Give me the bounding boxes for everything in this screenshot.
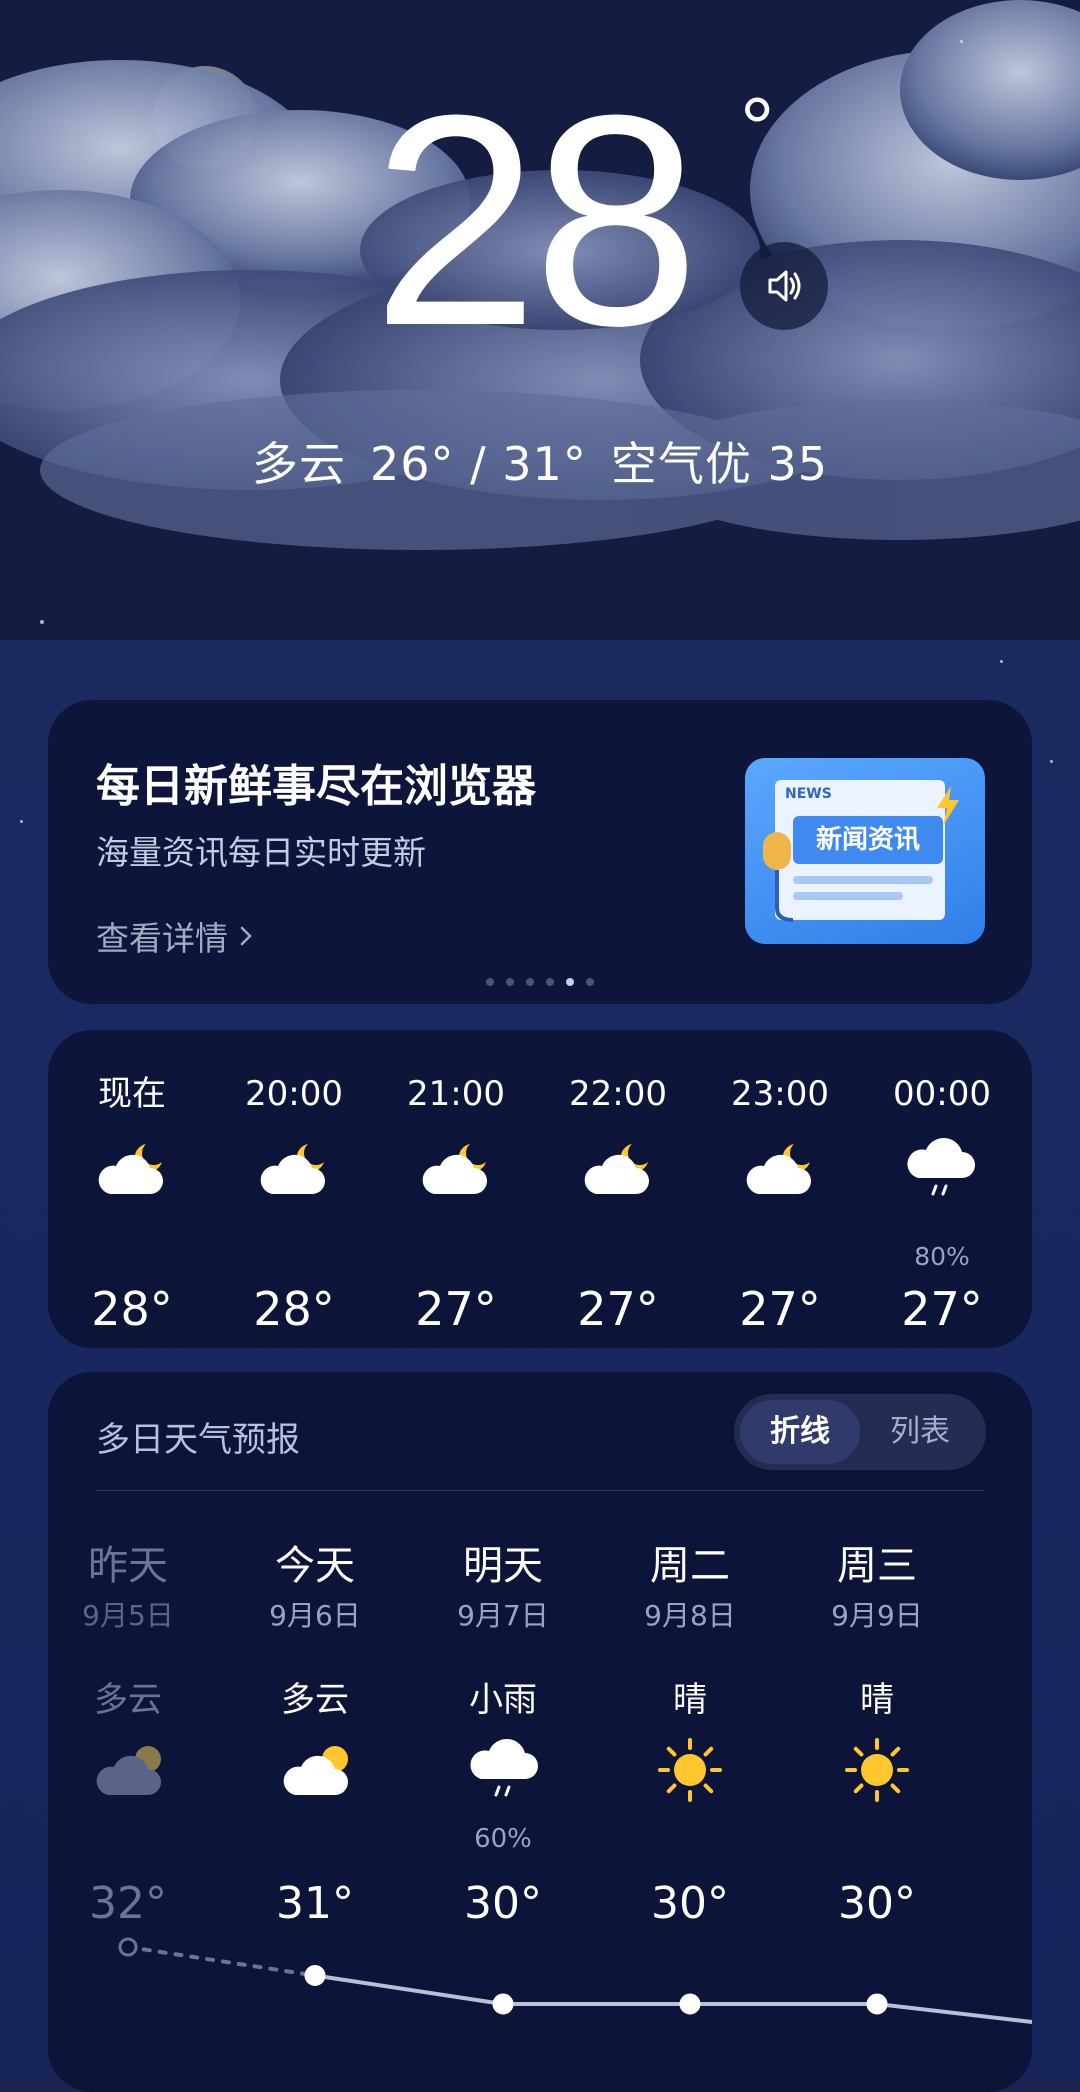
banner-title: 每日新鲜事尽在浏览器 xyxy=(96,761,536,812)
hourly-time: 20:00 xyxy=(245,1074,343,1114)
cloudy-night-icon xyxy=(578,1136,658,1206)
weather-summary: 多云 26° / 31° 空气优 35 xyxy=(0,428,1080,494)
chevron-right-icon xyxy=(240,926,252,946)
promo-banner[interactable]: 每日新鲜事尽在浏览器 海量资讯每日实时更新 查看详情 NEWS 新闻资讯 xyxy=(48,700,1032,1004)
hourly-temperature: 27° xyxy=(415,1282,497,1336)
trend-segment xyxy=(876,2002,1032,2024)
hourly-time: 现在 xyxy=(98,1074,166,1114)
pagination-dot xyxy=(526,978,534,986)
news-illustration: NEWS 新闻资讯 xyxy=(745,758,985,944)
hourly-item: 23:00 27° xyxy=(710,1074,850,1336)
hourly-temperature: 27° xyxy=(577,1282,659,1336)
hourly-temperature: 28° xyxy=(253,1282,335,1336)
cloudy-night-icon xyxy=(254,1136,334,1206)
speaker-button[interactable] xyxy=(740,242,828,330)
hourly-time: 23:00 xyxy=(731,1074,829,1114)
hourly-item: 00:00 80% 27° xyxy=(872,1074,1012,1336)
hourly-item: 21:00 27° xyxy=(386,1074,526,1336)
trend-point xyxy=(118,1937,138,1957)
cloudy-night-icon xyxy=(740,1136,820,1206)
trend-segment xyxy=(126,1945,317,1978)
hourly-time: 21:00 xyxy=(407,1074,505,1114)
cloudy-night-icon xyxy=(92,1136,172,1206)
pagination-dot xyxy=(586,978,594,986)
hourly-time: 22:00 xyxy=(569,1074,667,1114)
pagination-dot xyxy=(546,978,554,986)
hourly-temperature: 27° xyxy=(739,1282,821,1336)
news-caption: 新闻资讯 xyxy=(793,816,943,864)
trend-point xyxy=(492,1993,514,2015)
hourly-forecast[interactable]: 现在 28° 20:00 28° 21:00 27° 22:00 27° 23:… xyxy=(48,1030,1032,1348)
trend-point xyxy=(304,1965,326,1986)
trend-point xyxy=(679,1993,701,2015)
trend-point xyxy=(866,1993,888,2015)
degree-symbol: ° xyxy=(740,81,775,177)
hourly-time: 00:00 xyxy=(893,1074,991,1114)
pagination-dot xyxy=(506,978,514,986)
news-tag: NEWS xyxy=(785,786,832,802)
pagination-dot xyxy=(486,978,494,986)
current-temperature: 28 xyxy=(372,70,752,370)
current-temperature-value: 28 xyxy=(372,52,700,388)
daily-forecast: 多日天气预报 折线 列表 昨天 9月5日 多云 32° 今天 9月6日 多云 3… xyxy=(48,1372,1032,2092)
hourly-temperature: 28° xyxy=(91,1282,173,1336)
cloudy-night-icon xyxy=(416,1136,496,1206)
hourly-temperature: 27° xyxy=(901,1282,983,1336)
microphone-icon xyxy=(763,832,794,922)
precipitation-probability: 80% xyxy=(914,1242,970,1271)
temperature-range: 26° / 31° xyxy=(370,437,587,491)
pagination-dot-active xyxy=(566,978,574,986)
trend-segment xyxy=(313,1973,505,2006)
banner-subtitle: 海量资讯每日实时更新 xyxy=(96,833,426,872)
banner-pagination xyxy=(48,978,1032,986)
hourly-item: 20:00 28° xyxy=(224,1074,364,1336)
air-quality[interactable]: 空气优 35 xyxy=(611,437,828,491)
lightning-icon xyxy=(937,786,959,826)
hourly-item: 22:00 27° xyxy=(548,1074,688,1336)
high-temperature-trend xyxy=(118,1937,1032,2024)
speaker-icon xyxy=(768,270,801,302)
banner-link-label: 查看详情 xyxy=(96,919,228,958)
hourly-item: 现在 28° xyxy=(62,1074,202,1336)
banner-details-link[interactable]: 查看详情 xyxy=(96,912,256,960)
condition-text: 多云 xyxy=(252,437,347,491)
rain-icon xyxy=(902,1136,982,1206)
